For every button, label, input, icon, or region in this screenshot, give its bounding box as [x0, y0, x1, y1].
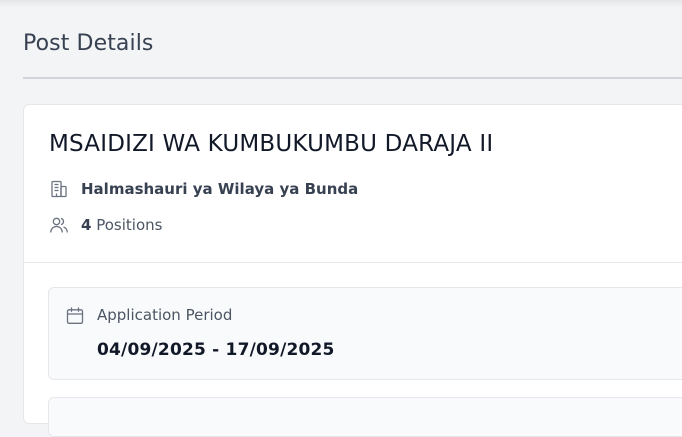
title-divider: [23, 77, 682, 79]
page-title: Post Details: [23, 31, 154, 56]
application-period-label: Application Period: [97, 306, 233, 324]
positions-count: 4: [81, 216, 92, 234]
application-period-box: Application Period 04/09/2025 - 17/09/20…: [48, 287, 682, 380]
post-details-card: MSAIDIZI WA KUMBUKUMBU DARAJA II Halmash…: [23, 104, 682, 437]
organization-row: Halmashauri ya Wilaya ya Bunda: [49, 179, 358, 199]
positions-row: 4 Positions: [49, 215, 162, 235]
users-icon: [49, 215, 69, 235]
organization-name: Halmashauri ya Wilaya ya Bunda: [81, 180, 359, 198]
next-info-box: [48, 397, 682, 437]
application-period-value: 04/09/2025 - 17/09/2025: [97, 340, 335, 360]
card-divider: [24, 262, 682, 263]
header-shadow: [0, 0, 682, 8]
calendar-icon: [65, 306, 85, 326]
positions-label: Positions: [96, 216, 163, 234]
post-title: MSAIDIZI WA KUMBUKUMBU DARAJA II: [49, 131, 494, 157]
building-icon: [49, 179, 69, 199]
